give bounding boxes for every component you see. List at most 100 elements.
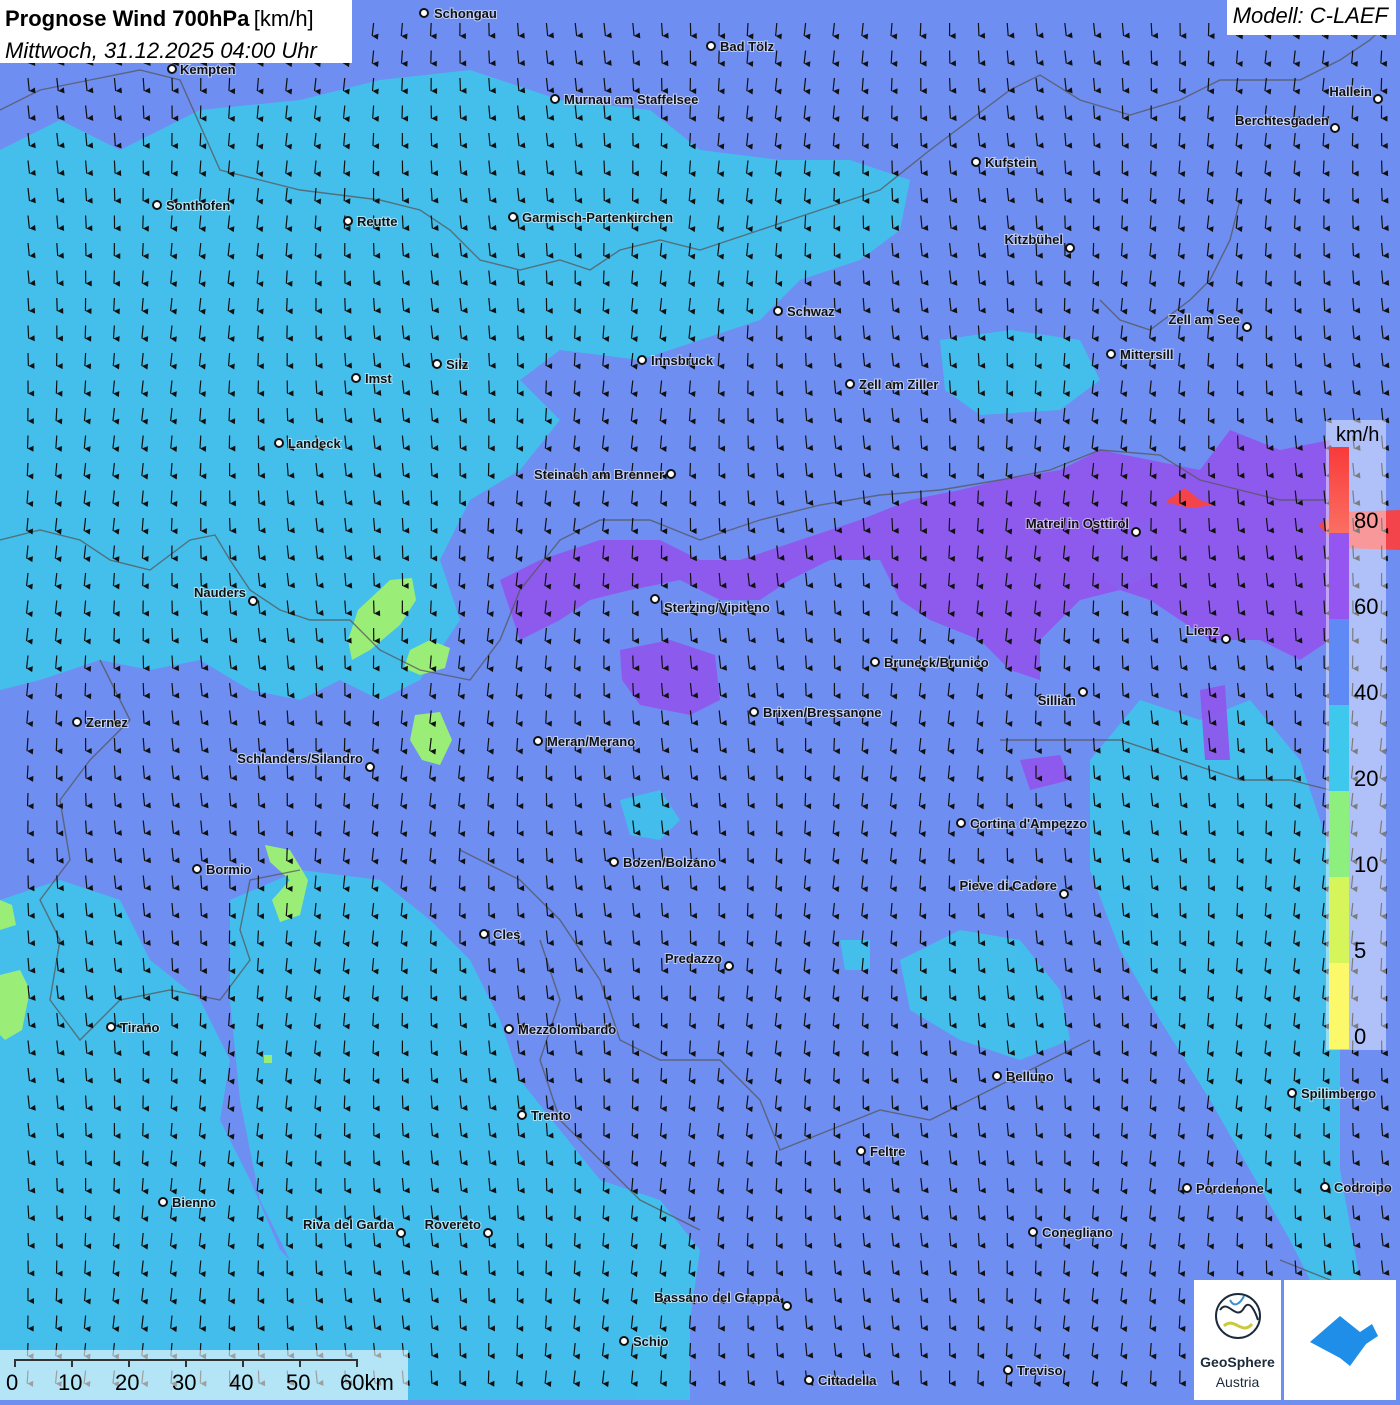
- wind-arrow: [143, 711, 144, 724]
- wind-arrow: [85, 1261, 86, 1274]
- city-marker-icon: [1222, 635, 1230, 643]
- city-label: Matrei in Osttirol: [1026, 516, 1129, 531]
- wind-arrow: [431, 161, 432, 174]
- city-marker-icon: [509, 213, 517, 221]
- wind-arrow: [86, 1123, 87, 1136]
- wind-arrow: [690, 573, 691, 586]
- wind-arrow: [316, 381, 317, 394]
- wind-arrow: [85, 683, 86, 696]
- wind-arrow: [1007, 436, 1008, 449]
- wind-arrow: [489, 381, 490, 394]
- wind-arrow: [574, 353, 575, 366]
- city-label: Cittadella: [818, 1373, 877, 1388]
- wind-arrow: [776, 848, 777, 861]
- city-label: Bassano del Grappa: [654, 1290, 780, 1305]
- wind-arrow: [1122, 683, 1123, 696]
- wind-arrow: [1093, 1178, 1094, 1191]
- wind-arrow: [1323, 161, 1324, 174]
- wind-arrow: [114, 1041, 115, 1054]
- wind-arrow: [1036, 1151, 1037, 1164]
- legend-label-10: 10: [1354, 852, 1378, 878]
- wind-arrow: [287, 408, 288, 421]
- city-marker-icon: [707, 42, 715, 50]
- wind-arrow: [1180, 546, 1181, 559]
- wind-arrow: [56, 1316, 57, 1329]
- wind-arrow: [747, 326, 748, 339]
- wind-arrow: [286, 1178, 287, 1191]
- scale-tick: [128, 1359, 130, 1367]
- city-label: Bad Tölz: [720, 39, 775, 54]
- wind-arrow: [805, 821, 806, 834]
- wind-arrow: [633, 683, 634, 696]
- city-marker-icon: [1132, 528, 1140, 536]
- wind-arrow: [718, 78, 719, 91]
- wind-arrow: [230, 518, 231, 531]
- wind-arrow: [546, 711, 547, 724]
- wind-arrow: [201, 903, 202, 916]
- partner-logo[interactable]: [1284, 1280, 1396, 1400]
- scale-tick: [14, 1359, 16, 1367]
- wind-arrow: [805, 793, 806, 806]
- wind-arrow: [777, 408, 778, 421]
- wind-arrow: [1065, 766, 1066, 779]
- wind-arrow: [1266, 848, 1267, 861]
- wind-arrow: [229, 408, 230, 421]
- wind-arrow: [431, 463, 432, 476]
- wind-arrow: [1122, 546, 1123, 559]
- city-marker-icon: [534, 737, 542, 745]
- wind-arrow: [258, 491, 259, 504]
- scale-label: 0: [6, 1370, 18, 1396]
- city-label: Kufstein: [985, 155, 1037, 170]
- wind-arrow: [920, 23, 921, 36]
- wind-arrow: [834, 161, 835, 174]
- wind-arrow: [892, 216, 893, 229]
- wind-arrow: [258, 463, 259, 476]
- wind-arrow: [85, 1233, 86, 1246]
- wind-arrow: [603, 271, 604, 284]
- city-label: Berchtesgaden: [1235, 113, 1329, 128]
- upward-arrow-icon: [1284, 1280, 1396, 1400]
- wind-arrow: [834, 1206, 835, 1219]
- wind-arrow: [287, 738, 288, 751]
- city-marker-icon: [857, 1147, 865, 1155]
- wind-arrow: [56, 711, 57, 724]
- scale-bar: 0 10 20 30 40 50 60km: [0, 1350, 408, 1400]
- wind-arrow: [978, 353, 979, 366]
- wind-arrow: [719, 848, 720, 861]
- wind-arrow: [603, 601, 604, 614]
- geosphere-logo[interactable]: GeoSphere Austria: [1194, 1280, 1281, 1400]
- city-marker-icon: [344, 217, 352, 225]
- wind-arrow: [1266, 1151, 1267, 1164]
- wind-arrow: [258, 931, 259, 944]
- wind-arrow: [85, 656, 86, 669]
- wind-arrow: [834, 188, 835, 201]
- wind-arrow: [604, 161, 605, 174]
- wind-arrow: [776, 1178, 777, 1191]
- wind-arrow: [662, 958, 663, 971]
- legend-label-0: 0: [1354, 1024, 1366, 1050]
- wind-arrow: [633, 986, 634, 999]
- model-label: Modell: C-LAEF: [1227, 0, 1396, 35]
- wind-arrow: [1122, 216, 1123, 229]
- wind-arrow: [1381, 51, 1382, 64]
- geosphere-icon: [1194, 1280, 1281, 1350]
- wind-arrow: [921, 1041, 922, 1054]
- wind-arrow: [1065, 188, 1066, 201]
- wind-arrow: [86, 216, 87, 229]
- wind-arrow: [1324, 601, 1325, 614]
- wind-arrow: [1122, 656, 1123, 669]
- city-label: Meran/Merano: [547, 734, 635, 749]
- wind-arrow: [1266, 711, 1267, 724]
- wind-arrow: [488, 491, 489, 504]
- wind-arrow: [921, 1343, 922, 1356]
- wind-arrow: [892, 518, 893, 531]
- legend-seg-cyan: [1329, 705, 1349, 791]
- wind-arrow: [460, 106, 461, 119]
- wind-arrow: [1266, 408, 1267, 421]
- wind-arrow: [1065, 793, 1066, 806]
- wind-arrow: [1151, 628, 1152, 641]
- city-label: Steinach am Brenner: [534, 467, 664, 482]
- wind-arrow: [114, 738, 115, 751]
- wind-arrow: [1382, 1068, 1383, 1081]
- wind-arrow: [978, 23, 979, 36]
